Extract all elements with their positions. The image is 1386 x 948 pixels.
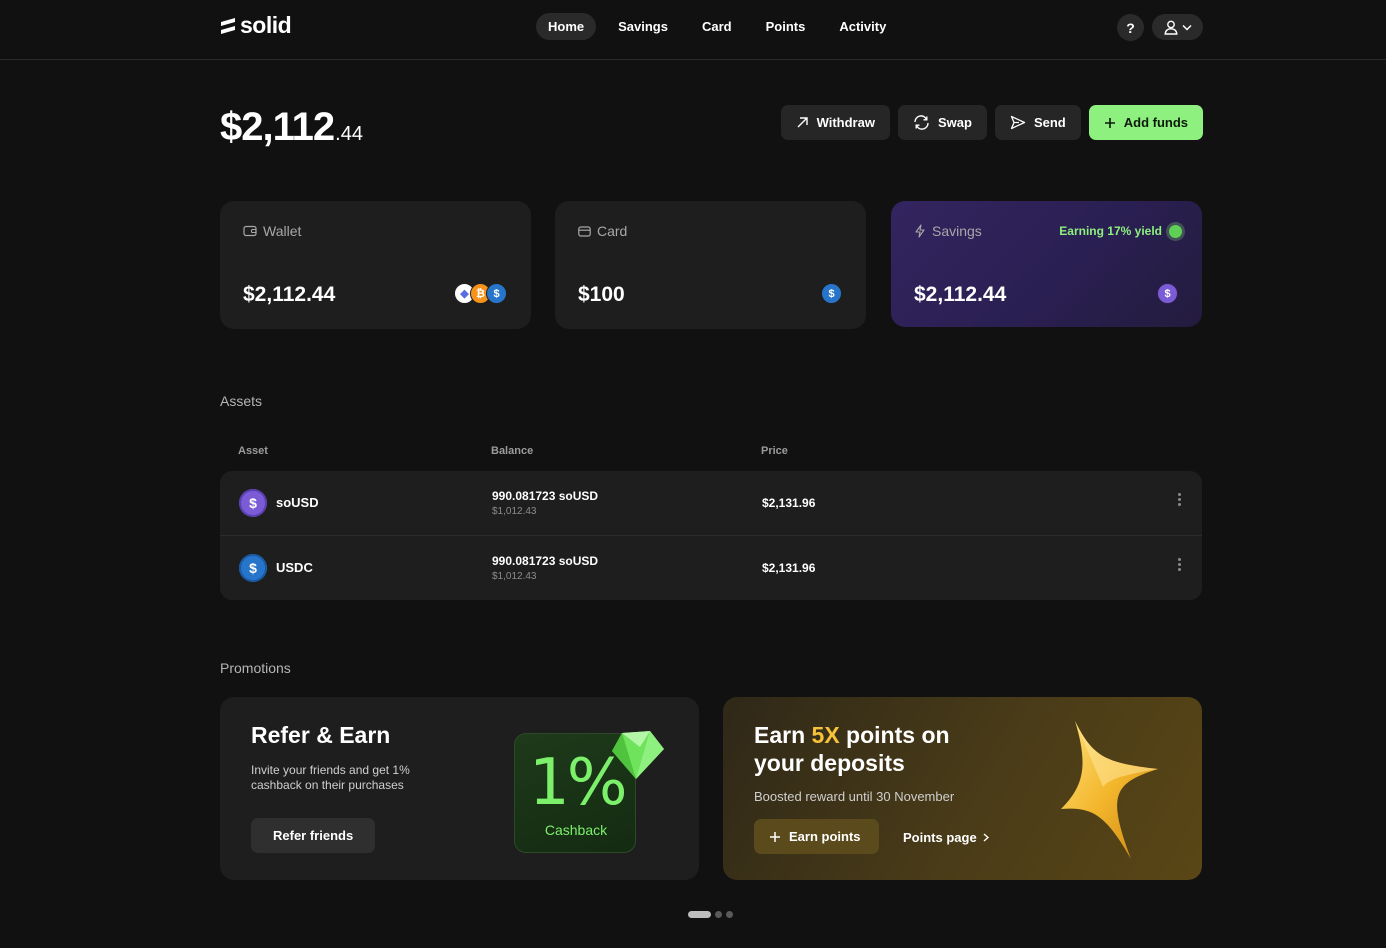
carousel-indicator [688, 911, 733, 918]
credit-card-icon [578, 225, 591, 237]
more-options-icon[interactable] [1178, 493, 1182, 506]
usdc-icon: $ [486, 283, 507, 304]
refer-text-line1: Invite your friends and get 1% [251, 763, 410, 777]
points-page-label: Points page [903, 830, 977, 845]
savings-label: Savings [932, 223, 982, 239]
nav-card[interactable]: Card [690, 13, 744, 40]
sousd-icon: $ [1157, 283, 1178, 304]
usdc-icon: $ [821, 283, 842, 304]
nav-activity[interactable]: Activity [827, 13, 898, 40]
help-button[interactable]: ? [1117, 14, 1144, 41]
more-options-icon[interactable] [1178, 558, 1182, 571]
chevron-right-icon [983, 833, 989, 842]
earn-points-button[interactable]: Earn points [754, 819, 879, 854]
assets-title: Assets [220, 393, 263, 409]
card-card[interactable]: Card $100 $ [555, 201, 866, 329]
savings-amount: $2,112.44 [914, 283, 1007, 306]
wallet-icon [243, 225, 257, 237]
user-icon [1163, 20, 1178, 35]
send-button[interactable]: Send [994, 105, 1081, 140]
table-row[interactable]: $ USDC 990.081723 soUSD $1,012.43 $2,131… [220, 535, 1202, 599]
balance-main: $2,112 [220, 105, 335, 149]
gem-icon [612, 731, 664, 779]
asset-balance: 990.081723 soUSD [492, 489, 599, 503]
balance-cents: .44 [335, 123, 363, 145]
carousel-dot[interactable] [688, 911, 711, 918]
refer-text-line2: cashback on their purchases [251, 778, 404, 792]
asset-price: $2,131.96 [762, 561, 816, 575]
send-label: Send [1033, 115, 1066, 130]
refer-title: Refer & Earn [251, 722, 391, 748]
cashback-label: Cashback [544, 822, 608, 838]
asset-balance-usd: $1,012.43 [492, 571, 537, 582]
card-amount: $100 [578, 283, 625, 306]
yield-indicator: Earning 17% yield [1059, 224, 1182, 238]
assets-table: $ soUSD 990.081723 soUSD $1,012.43 $2,13… [220, 471, 1202, 600]
arrow-up-right-icon [797, 117, 808, 128]
chevron-down-icon [1181, 24, 1192, 31]
nav-points[interactable]: Points [754, 13, 818, 40]
asset-name: USDC [276, 560, 313, 575]
earn-points-promo: Earn 5X points on your deposits Boosted … [723, 697, 1202, 880]
nav-home[interactable]: Home [536, 13, 597, 40]
asset-price: $2,131.96 [762, 496, 816, 510]
refer-friends-button[interactable]: Refer friends [251, 818, 376, 853]
earn-points-label: Earn points [789, 829, 861, 844]
wallet-amount: $2,112.44 [243, 283, 336, 306]
carousel-dot[interactable] [715, 911, 722, 918]
yield-text: Earning 17% yield [1059, 224, 1162, 238]
asset-balance-usd: $1,012.43 [492, 506, 537, 517]
nav-savings[interactable]: Savings [606, 13, 680, 40]
withdraw-button[interactable]: Withdraw [780, 105, 890, 140]
asset-balance: 990.081723 soUSD [492, 554, 599, 568]
add-funds-button[interactable]: Add funds [1088, 105, 1203, 140]
plus-icon [770, 831, 780, 842]
refer-earn-promo: Refer & Earn Invite your friends and get… [220, 697, 699, 880]
lightning-icon [915, 224, 925, 238]
earn-multiplier: 5X [811, 722, 840, 748]
swap-label: Swap [937, 115, 972, 130]
earn-text: Boosted reward until 30 November [754, 789, 955, 804]
main-nav: Home Savings Card Points Activity [536, 13, 908, 40]
promotions-title: Promotions [220, 660, 291, 676]
user-menu-button[interactable] [1152, 14, 1203, 40]
card-label: Card [597, 223, 628, 239]
wallet-label: Wallet [263, 223, 302, 239]
solid-logo[interactable]: solid [219, 12, 292, 39]
column-header-balance: Balance [491, 445, 534, 457]
logo-text: solid [240, 12, 292, 38]
savings-card[interactable]: Savings Earning 17% yield $2,112.44 $ [891, 201, 1202, 327]
swap-button[interactable]: Swap [897, 105, 987, 140]
top-bar: solid Home Savings Card Points Activity … [0, 0, 1386, 60]
solid-logo-mark-icon [221, 17, 235, 34]
carousel-dot[interactable] [726, 911, 733, 918]
column-header-asset: Asset [238, 445, 268, 457]
total-balance: $2,112 .44 [220, 105, 363, 150]
earn-title: Earn 5X points on your deposits [754, 722, 950, 776]
sousd-icon: $ [239, 489, 267, 517]
points-page-link[interactable]: Points page [903, 830, 989, 845]
table-row[interactable]: $ soUSD 990.081723 soUSD $1,012.43 $2,13… [220, 471, 1202, 535]
withdraw-label: Withdraw [816, 115, 875, 130]
asset-name: soUSD [276, 495, 319, 510]
yield-status-dot [1169, 224, 1182, 238]
star-icon [1061, 721, 1158, 859]
column-header-price: Price [761, 445, 788, 457]
send-icon [1010, 115, 1026, 130]
usdc-icon: $ [239, 554, 267, 582]
action-buttons: Withdraw Swap Send Add funds [780, 105, 1203, 140]
wallet-card[interactable]: Wallet $2,112.44 ◆ ₿ $ [220, 201, 531, 329]
add-funds-label: Add funds [1123, 115, 1188, 130]
swap-icon [914, 115, 929, 130]
plus-icon [1104, 117, 1115, 128]
